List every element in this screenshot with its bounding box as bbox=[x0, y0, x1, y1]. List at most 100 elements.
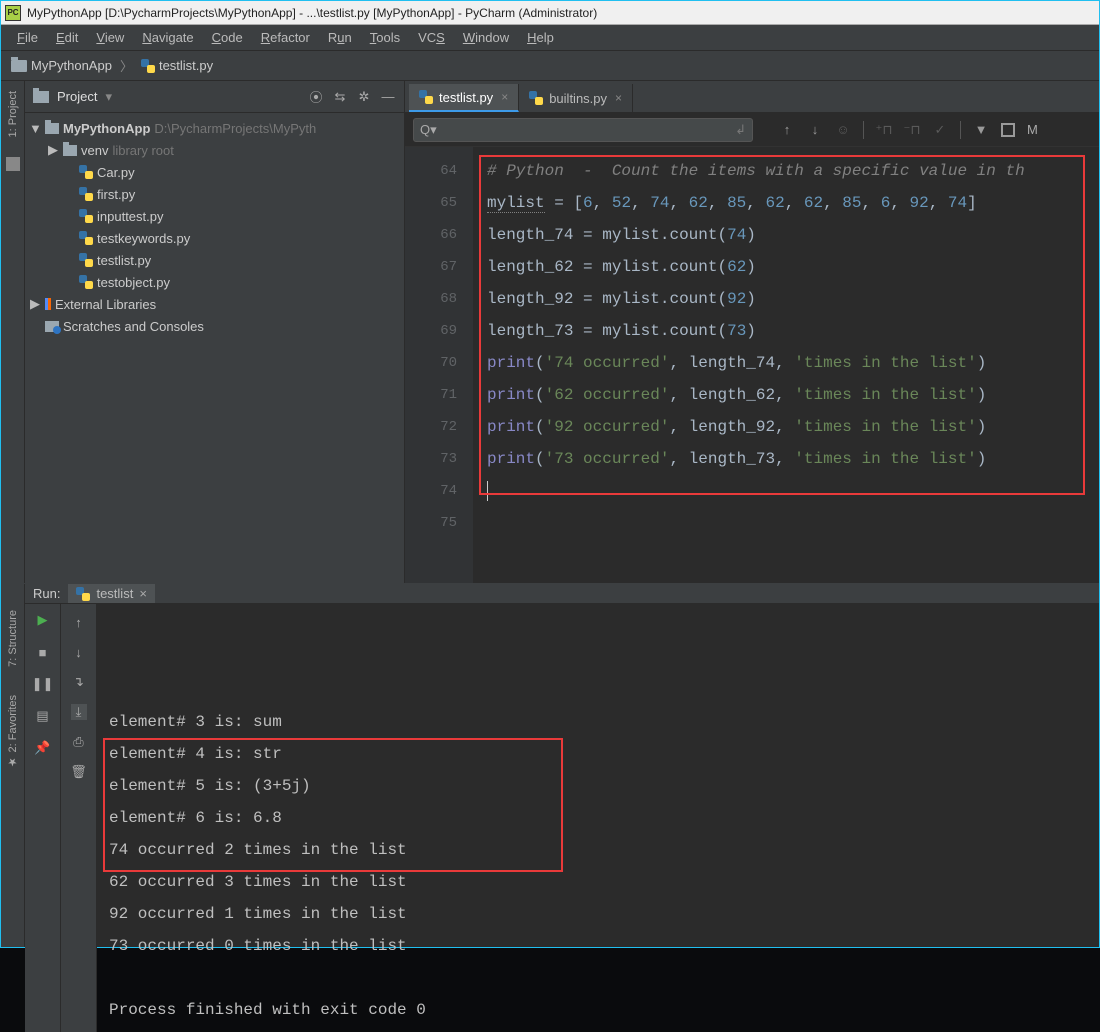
checkbox-m[interactable] bbox=[1001, 123, 1015, 137]
run-tab[interactable]: testlist × bbox=[68, 584, 154, 603]
hide-icon[interactable]: — bbox=[380, 89, 396, 105]
run-controls-primary: ▶ ■ ❚❚ ▤ 📌 bbox=[25, 604, 61, 1032]
python-file-icon bbox=[79, 275, 93, 289]
pycharm-app-icon: PC bbox=[5, 5, 21, 21]
enter-icon: ↲ bbox=[735, 122, 746, 138]
chevron-right-icon[interactable]: ▶ bbox=[47, 142, 59, 158]
arrow-up-icon[interactable]: ↑ bbox=[71, 614, 87, 630]
tree-root-path: D:\PycharmProjects\MyPyth bbox=[154, 121, 316, 136]
side-tab-project[interactable]: 1: Project bbox=[7, 91, 19, 137]
console-line: 62 occurred 3 times in the list bbox=[109, 866, 1099, 898]
tree-file[interactable]: testkeywords.py bbox=[25, 227, 404, 249]
run-tab-label: testlist bbox=[96, 586, 133, 601]
editor-search[interactable]: Q▾ ↲ bbox=[413, 118, 753, 142]
menu-help[interactable]: Help bbox=[519, 27, 562, 48]
tab-testlist[interactable]: testlist.py × bbox=[409, 84, 519, 112]
tree-venv-label: venv bbox=[81, 143, 108, 158]
console-line: Process finished with exit code 0 bbox=[109, 994, 1099, 1026]
menu-run[interactable]: Run bbox=[320, 27, 360, 48]
stop-icon[interactable]: ■ bbox=[35, 644, 51, 660]
locate-icon[interactable]: ⦿ bbox=[308, 89, 324, 105]
close-icon[interactable]: × bbox=[615, 91, 622, 105]
layout-icon[interactable]: ▤ bbox=[35, 708, 51, 724]
window-title: MyPythonApp [D:\PycharmProjects\MyPython… bbox=[27, 6, 597, 20]
close-icon[interactable]: × bbox=[139, 586, 147, 601]
tree-file-label: testobject.py bbox=[97, 275, 170, 290]
console-line: 73 occurred 0 times in the list bbox=[109, 930, 1099, 962]
tree-file[interactable]: Car.py bbox=[25, 161, 404, 183]
check-icon[interactable]: ✓ bbox=[932, 122, 948, 138]
breadcrumb-root[interactable]: MyPythonApp bbox=[31, 58, 112, 73]
side-tool-icon[interactable] bbox=[6, 157, 20, 171]
pin-icon[interactable]: 📌 bbox=[35, 740, 51, 756]
run-controls-secondary: ↑ ↓ ↴ ⤓ ⎙ 🗑 bbox=[61, 604, 97, 1032]
run-console[interactable]: element# 3 is: sumelement# 4 is: strelem… bbox=[97, 604, 1099, 1032]
run-icon[interactable]: ▶ bbox=[35, 612, 51, 628]
gear-icon[interactable]: ✲ bbox=[356, 89, 372, 105]
filter-icon[interactable]: ▼ bbox=[973, 122, 989, 138]
collapse-icon[interactable]: ⇆ bbox=[332, 89, 348, 105]
trash-icon[interactable]: 🗑 bbox=[71, 764, 87, 780]
python-file-icon bbox=[79, 253, 93, 267]
menu-window[interactable]: Window bbox=[455, 27, 517, 48]
tree-file[interactable]: testlist.py bbox=[25, 249, 404, 271]
menu-tools[interactable]: Tools bbox=[362, 27, 408, 48]
menu-file[interactable]: File bbox=[9, 27, 46, 48]
tree-venv[interactable]: ▶ venv library root bbox=[25, 139, 404, 161]
project-title[interactable]: Project bbox=[57, 89, 97, 104]
editor-toolbar: Q▾ ↲ ↑ ↓ ☺ ⁺⊓ ⁻⊓ ✓ ▼ M bbox=[405, 113, 1099, 147]
chevron-down-icon[interactable]: ▼ bbox=[29, 121, 41, 136]
tree-file-label: inputtest.py bbox=[97, 209, 164, 224]
bottom-left-strip: 7: Structure ★ 2: Favorites bbox=[1, 584, 25, 947]
python-file-icon bbox=[529, 91, 543, 105]
tree-scratches[interactable]: Scratches and Consoles bbox=[25, 315, 404, 337]
menu-edit[interactable]: Edit bbox=[48, 27, 86, 48]
tree-root[interactable]: ▼ MyPythonApp D:\PycharmProjects\MyPyth bbox=[25, 117, 404, 139]
side-tab-structure[interactable]: 7: Structure bbox=[7, 610, 19, 667]
wrap-icon[interactable]: ↴ bbox=[71, 674, 87, 690]
arrow-up-icon[interactable]: ↑ bbox=[779, 122, 795, 138]
console-line bbox=[109, 962, 1099, 994]
chevron-right-icon: 〉 bbox=[120, 56, 133, 75]
checkbox-m-label: M bbox=[1027, 122, 1038, 137]
scroll-to-end-icon[interactable]: ⤓ bbox=[71, 704, 87, 720]
tree-file[interactable]: testobject.py bbox=[25, 271, 404, 293]
tab-builtins[interactable]: builtins.py × bbox=[519, 84, 633, 112]
person-icon[interactable]: ☺ bbox=[835, 122, 851, 138]
pause-icon[interactable]: ❚❚ bbox=[35, 676, 51, 692]
chevron-down-icon[interactable]: ▾ bbox=[105, 89, 112, 105]
folder-icon bbox=[33, 91, 49, 103]
run-header: Run: testlist × bbox=[25, 584, 1099, 604]
close-icon[interactable]: × bbox=[501, 90, 508, 104]
tree-external-label: External Libraries bbox=[55, 297, 156, 312]
print-icon[interactable]: ⎙ bbox=[71, 734, 87, 750]
line-number: 72 bbox=[405, 411, 473, 443]
chevron-right-icon[interactable]: ▶ bbox=[29, 296, 41, 312]
arrow-down-icon[interactable]: ↓ bbox=[71, 644, 87, 660]
editor-tabs: testlist.py × builtins.py × bbox=[405, 81, 1099, 113]
tree-external-libs[interactable]: ▶ External Libraries bbox=[25, 293, 404, 315]
breadcrumb-file[interactable]: testlist.py bbox=[159, 58, 213, 73]
code-editor[interactable]: # Python - Count the items with a specif… bbox=[473, 147, 1099, 583]
menu-refactor[interactable]: Refactor bbox=[253, 27, 318, 48]
menu-navigate[interactable]: Navigate bbox=[134, 27, 201, 48]
tab-label: builtins.py bbox=[549, 91, 607, 106]
menu-vcs[interactable]: VCS bbox=[410, 27, 453, 48]
tree-file[interactable]: inputtest.py bbox=[25, 205, 404, 227]
side-tab-favorites[interactable]: ★ 2: Favorites bbox=[6, 695, 19, 769]
menu-view[interactable]: View bbox=[88, 27, 132, 48]
line-number: 71 bbox=[405, 379, 473, 411]
menu-code[interactable]: Code bbox=[204, 27, 251, 48]
search-input[interactable] bbox=[443, 123, 729, 137]
remove-icon[interactable]: ⁻⊓ bbox=[904, 122, 920, 138]
project-tree: ▼ MyPythonApp D:\PycharmProjects\MyPyth … bbox=[25, 113, 404, 341]
console-line: 92 occurred 1 times in the list bbox=[109, 898, 1099, 930]
arrow-down-icon[interactable]: ↓ bbox=[807, 122, 823, 138]
add-icon[interactable]: ⁺⊓ bbox=[876, 122, 892, 138]
tree-file[interactable]: first.py bbox=[25, 183, 404, 205]
python-file-icon bbox=[76, 587, 90, 601]
console-line: element# 6 is: 6.8 bbox=[109, 802, 1099, 834]
project-panel: Project ▾ ⦿ ⇆ ✲ — ▼ MyPythonApp D:\Pycha… bbox=[25, 81, 405, 583]
run-label: Run: bbox=[33, 586, 60, 601]
line-number: 70 bbox=[405, 347, 473, 379]
